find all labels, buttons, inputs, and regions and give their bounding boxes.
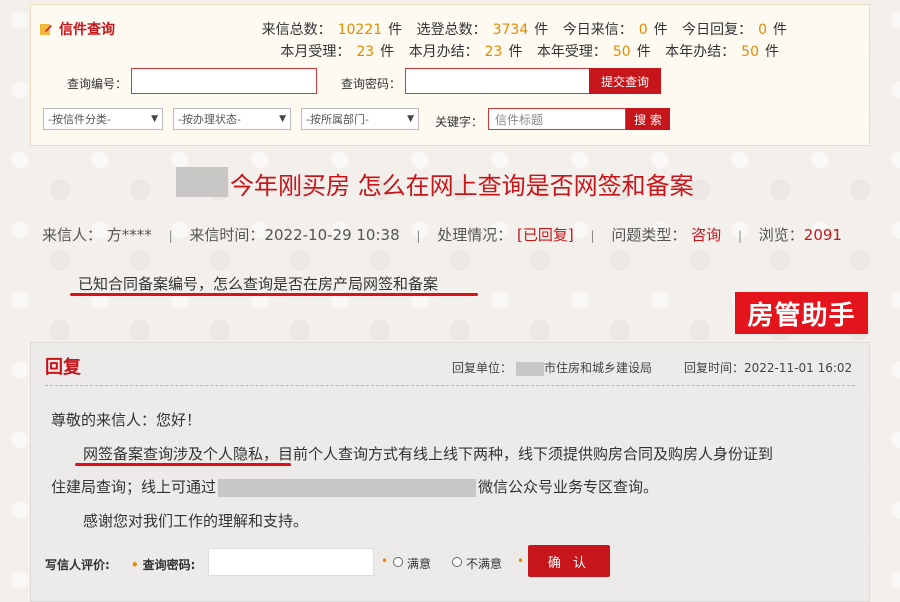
dept-select[interactable]: -按所属部门- ▼ — [301, 108, 419, 130]
views-count: 2091 — [803, 226, 842, 244]
query-panel: 信件查询 来信总数： 10221 件 选登总数： 3734 件 今日来信： 0 件 今日回复… — [30, 4, 870, 146]
reply-text: 住建局查询；线上可通过 — [51, 478, 217, 496]
year-done-count: 50 — [741, 44, 759, 60]
answer-highlight-underline — [75, 463, 291, 466]
selected-label: 选登总数： — [416, 22, 487, 38]
divider: | — [416, 229, 421, 243]
views-label: 浏览： — [758, 226, 804, 244]
type-label: 问题类型： — [611, 226, 687, 244]
unit-label: 件 — [653, 22, 668, 38]
status-badge: [已回复] — [517, 226, 574, 244]
reply-unit-label: 回复单位： — [452, 361, 513, 375]
unit-label: 件 — [508, 44, 523, 60]
satisfied-label: 满意 — [407, 557, 432, 571]
watermark-badge: 房管助手 — [735, 292, 868, 334]
today-in-label: 今日来信： — [562, 22, 633, 38]
total-letters-label: 来信总数： — [261, 22, 332, 38]
required-dot: • — [517, 554, 525, 568]
today-in-count: 0 — [638, 22, 648, 38]
month-done-label: 本月办结： — [408, 44, 479, 60]
question-highlight-underline — [70, 293, 478, 296]
category-select-value: -按信件分类- — [48, 113, 111, 126]
status-select[interactable]: -按办理状态- ▼ — [173, 108, 291, 130]
reply-time-label: 回复时间： — [684, 361, 745, 375]
redacted-city-block — [516, 361, 545, 376]
query-number-input[interactable] — [131, 68, 317, 94]
query-password-label: 查询密码： — [341, 77, 402, 91]
article-title: 今年刚买房 怎么在网上查询是否网签和备案 — [230, 172, 694, 200]
reply-unit-value: 市住房和城乡建设局 — [544, 361, 653, 375]
divider: | — [737, 229, 742, 243]
keyword-label: 关键字： — [435, 115, 484, 129]
query-number-label: 查询编号： — [67, 77, 128, 91]
divider — [45, 385, 855, 386]
today-reply-count: 0 — [758, 22, 767, 38]
unit-label: 件 — [773, 22, 787, 38]
reply-time: 回复时间：2022-11-01 16:02 — [684, 359, 852, 376]
month-done-count: 23 — [484, 44, 503, 60]
reply-panel: 回复 回复单位： 市住房和城乡建设局 回复时间：2022-11-01 16:02 … — [30, 342, 870, 602]
reply-unit: 回复单位： 市住房和城乡建设局 — [452, 359, 652, 376]
chevron-down-icon: ▼ — [407, 114, 414, 124]
keyword-input[interactable]: 信件标题 — [488, 108, 626, 130]
reply-paragraph-1: 网签备案查询涉及个人隐私，目前个人查询方式有线上线下两种，线下须提供购房合同及购… — [83, 445, 774, 463]
satisfied-radio[interactable] — [393, 557, 403, 567]
stats-row-1: 来信总数： 10221 件 选登总数： 3734 件 今日来信： 0 件 今日回复： 0 件 — [252, 19, 787, 39]
today-reply-label: 今日回复： — [682, 22, 753, 38]
search-button[interactable]: 搜 索 — [626, 108, 670, 130]
eval-password-label-text: 查询密码: — [142, 558, 196, 572]
dept-select-value: -按所属部门- — [306, 113, 369, 126]
year-done-label: 本年办结： — [665, 44, 736, 60]
submit-query-button[interactable]: 提交查询 — [589, 68, 661, 94]
evaluation-row: 写信人评价: • 查询密码: • 满意 不满意 • 确 认 — [45, 545, 845, 578]
reply-paragraph-2: 感谢您对我们工作的理解和支持。 — [83, 512, 309, 530]
query-panel-title-text: 信件查询 — [59, 22, 115, 38]
year-accepted-count: 50 — [612, 44, 631, 60]
unit-label: 件 — [380, 44, 395, 60]
selected-count: 3734 — [492, 22, 529, 38]
chevron-down-icon: ▼ — [279, 114, 286, 124]
confirm-button[interactable]: 确 认 — [528, 545, 610, 577]
sender-value: 方**** — [106, 226, 152, 244]
article-meta: 来信人： 方**** | 来信时间：2022-10-29 10:38 | 处理情… — [42, 224, 842, 245]
question-text: 已知合同备案编号，怎么查询是否在房产局网签和备案 — [78, 275, 439, 293]
unit-label: 件 — [388, 22, 403, 38]
month-accepted-count: 23 — [356, 44, 375, 60]
unsatisfied-radio[interactable] — [452, 557, 462, 567]
reply-heading: 回复 — [45, 357, 81, 378]
reply-time-value: 2022-11-01 16:02 — [744, 361, 853, 375]
unit-label: 件 — [765, 44, 779, 60]
chevron-down-icon: ▼ — [151, 114, 158, 124]
query-panel-title: 信件查询 — [39, 19, 115, 39]
time-value: 2022-10-29 10:38 — [264, 226, 400, 244]
required-dot: • — [131, 558, 139, 572]
letter-edit-icon — [40, 24, 52, 35]
reply-text: 微信公众号业务专区查询。 — [478, 478, 659, 496]
divider: | — [590, 229, 595, 243]
unit-label: 件 — [534, 22, 549, 38]
month-accepted-label: 本月受理： — [280, 44, 351, 60]
stats-row-2: 本月受理： 23 件 本月办结： 23 件 本年受理： 50 件 本年办结： 50 件 — [270, 41, 779, 61]
unsatisfied-label: 不满意 — [466, 557, 503, 571]
keyword-placeholder: 信件标题 — [495, 113, 544, 127]
time-label: 来信时间： — [189, 226, 265, 244]
eval-password-label: • 查询密码: — [131, 556, 195, 573]
required-dot: • — [381, 554, 389, 568]
reply-greeting: 尊敬的来信人：您好！ — [51, 411, 202, 429]
eval-password-input[interactable] — [208, 548, 374, 576]
query-password-input[interactable] — [405, 68, 591, 94]
type-value: 咨询 — [691, 226, 722, 244]
evaluation-label: 写信人评价: — [45, 558, 110, 572]
redacted-city-block — [176, 167, 228, 197]
sender-label: 来信人： — [42, 226, 103, 244]
category-select[interactable]: -按信件分类- ▼ — [43, 108, 163, 130]
redacted-account-block — [218, 478, 477, 497]
year-accepted-label: 本年受理： — [536, 44, 607, 60]
divider: | — [168, 229, 173, 243]
total-letters-count: 10221 — [337, 22, 383, 38]
unit-label: 件 — [636, 44, 651, 60]
reply-paragraph-1-cont: 住建局查询；线上可通过 微信公众号业务专区查询。 — [51, 476, 658, 497]
status-label: 处理情况： — [437, 226, 513, 244]
status-select-value: -按办理状态- — [178, 113, 241, 126]
